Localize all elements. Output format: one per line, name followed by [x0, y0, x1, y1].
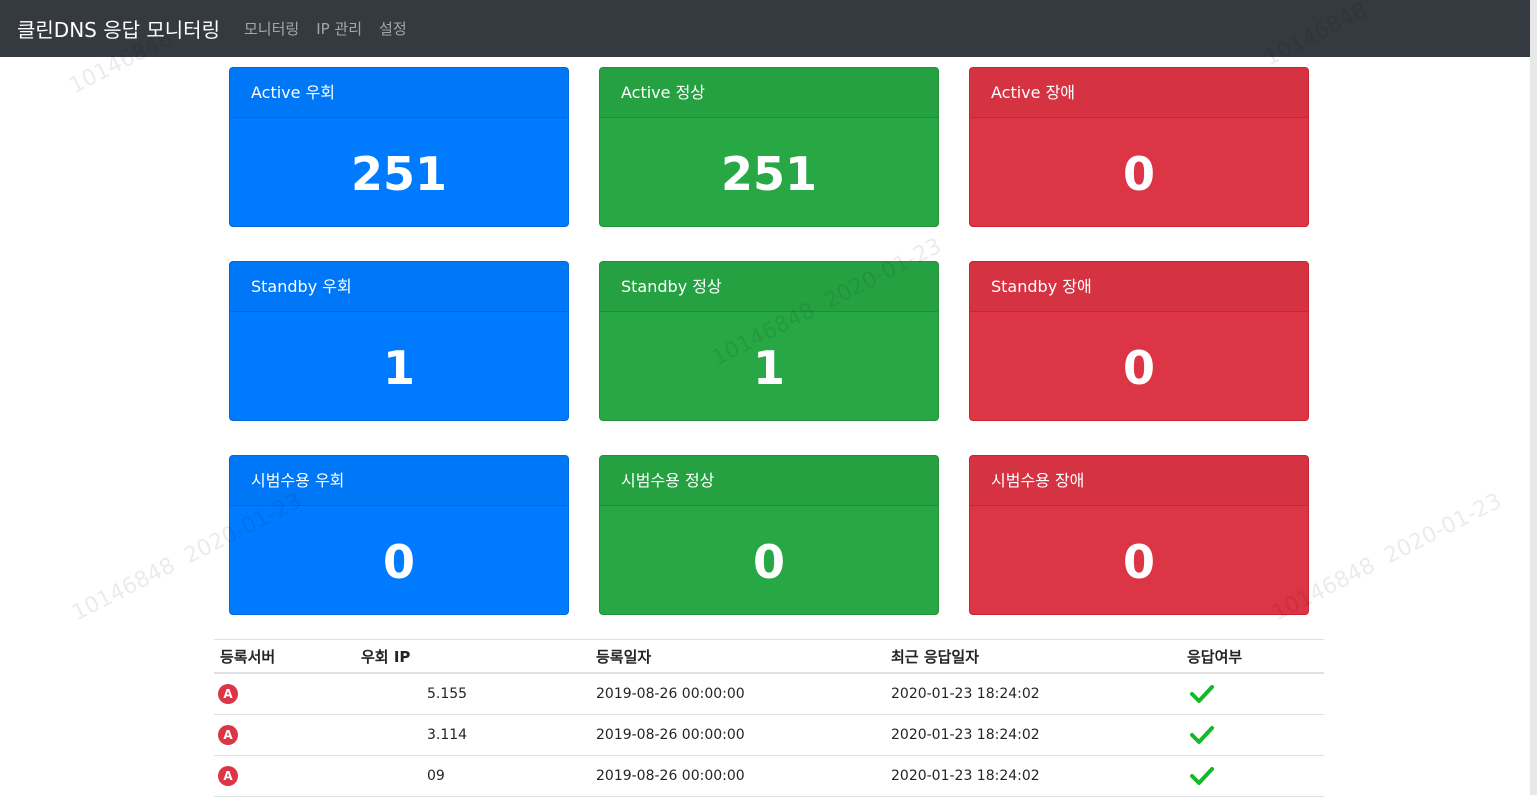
card-count: 0: [752, 534, 785, 589]
card-title: Standby 장애: [970, 262, 1308, 312]
card-count: 0: [1122, 340, 1155, 395]
angular-server-icon: A: [218, 766, 238, 786]
card-title: Standby 우회: [230, 262, 568, 312]
col-header-bypass-ip: 우회 IP: [355, 639, 590, 674]
card-trial-failure: 시범수용 장애 0: [969, 455, 1309, 615]
table-row[interactable]: A 3.114 2019-08-26 00:00:00 2020-01-23 1…: [214, 714, 1324, 756]
card-title: Active 정상: [600, 68, 938, 118]
table-row[interactable]: A 5.155 2019-08-26 00:00:00 2020-01-23 1…: [214, 673, 1324, 715]
bypass-ip: 3.114: [427, 727, 468, 743]
angular-server-icon: A: [218, 725, 238, 745]
card-count: 251: [720, 146, 818, 201]
last-response-date: 2020-01-23 18:24:02: [885, 755, 1181, 797]
col-header-response-status: 응답여부: [1181, 639, 1324, 674]
nav-link-monitoring[interactable]: 모니터링: [244, 18, 299, 39]
nav-link-settings[interactable]: 설정: [379, 18, 407, 39]
bypass-ip: 5.155: [427, 686, 468, 702]
card-title: 시범수용 우회: [230, 456, 568, 506]
navbar-brand[interactable]: 클린DNS 응답 모니터링: [17, 14, 220, 43]
card-trial-normal: 시범수용 정상 0: [599, 455, 939, 615]
check-icon: [1181, 755, 1324, 797]
check-icon: [1181, 714, 1324, 756]
card-count: 1: [752, 340, 785, 395]
card-title: Active 장애: [970, 68, 1308, 118]
card-standby-failure: Standby 장애 0: [969, 261, 1309, 421]
table-row[interactable]: A 09 2019-08-26 00:00:00 2020-01-23 18:2…: [214, 755, 1324, 797]
col-header-server: 등록서버: [214, 639, 355, 674]
check-icon: [1181, 673, 1324, 715]
registered-date: 2019-08-26 00:00:00: [590, 714, 885, 756]
card-title: Standby 정상: [600, 262, 938, 312]
card-count: 1: [382, 340, 415, 395]
col-header-registered: 등록일자: [590, 639, 885, 674]
card-count: 0: [1122, 146, 1155, 201]
card-count: 251: [350, 146, 448, 201]
registered-date: 2019-08-26 00:00:00: [590, 673, 885, 715]
card-title: Active 우회: [230, 68, 568, 118]
last-response-date: 2020-01-23 18:24:02: [885, 673, 1181, 715]
col-header-last-response: 최근 응답일자: [885, 639, 1181, 674]
card-count: 0: [382, 534, 415, 589]
last-response-date: 2020-01-23 18:24:02: [885, 714, 1181, 756]
scrollbar[interactable]: [1530, 0, 1537, 795]
top-navbar: 클린DNS 응답 모니터링 모니터링 IP 관리 설정: [0, 0, 1530, 57]
card-trial-bypass: 시범수용 우회 0: [229, 455, 569, 615]
card-standby-normal: Standby 정상 1: [599, 261, 939, 421]
table-header-row: 등록서버 우회 IP 등록일자 최근 응답일자 응답여부: [214, 639, 1324, 674]
card-standby-bypass: Standby 우회 1: [229, 261, 569, 421]
card-count: 0: [1122, 534, 1155, 589]
bypass-ip-table: 등록서버 우회 IP 등록일자 최근 응답일자 응답여부 A 5.155 201…: [214, 639, 1324, 797]
card-title: 시범수용 장애: [970, 456, 1308, 506]
registered-date: 2019-08-26 00:00:00: [590, 755, 885, 797]
card-active-bypass: Active 우회 251: [229, 67, 569, 227]
card-active-normal: Active 정상 251: [599, 67, 939, 227]
angular-server-icon: A: [218, 684, 238, 704]
card-active-failure: Active 장애 0: [969, 67, 1309, 227]
nav-link-ip-management[interactable]: IP 관리: [316, 18, 362, 39]
card-title: 시범수용 정상: [600, 456, 938, 506]
bypass-ip: 09: [427, 768, 445, 784]
